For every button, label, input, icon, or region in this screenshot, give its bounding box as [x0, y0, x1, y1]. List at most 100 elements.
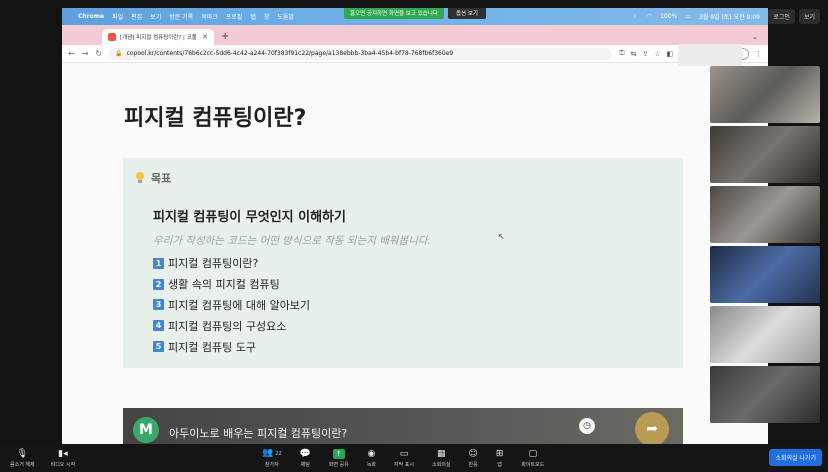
back-icon[interactable]: ← [68, 49, 75, 58]
key-icon[interactable]: ⚿ [619, 49, 624, 58]
record-label: 녹화 [366, 461, 377, 468]
star-icon[interactable]: ☆ [654, 50, 660, 58]
login-button[interactable]: 로그인 [768, 9, 795, 24]
list-item-text: 피지컬 컴퓨팅 도구 [168, 340, 256, 354]
list-item: 1 피지컬 컴퓨팅이란? [153, 253, 310, 274]
start-video-label: 비디오 시작 [50, 461, 76, 468]
mic-muted-icon: 🎙 [16, 448, 29, 459]
participant-video-tile[interactable] [710, 66, 820, 123]
wifi-icon[interactable]: ◠ [647, 13, 652, 20]
participants-icon: 👥 22 [262, 448, 282, 458]
share-screen-button[interactable]: ↑ 화면 공유 [329, 444, 349, 472]
reactions-label: 반응 [468, 461, 478, 468]
extension-icon[interactable]: ◧ [667, 50, 674, 58]
video-embed[interactable]: M 아두이노로 배우는 피지컬 컴퓨팅이란? ◷ ➦ [123, 408, 683, 444]
chevron-down-icon[interactable]: ⌄ [742, 33, 768, 45]
menu-dots-icon[interactable]: ⋮ [755, 50, 762, 58]
callout-heading-label: 목표 [151, 172, 172, 185]
share-arrow-icon[interactable]: ➦ [635, 412, 669, 444]
watch-later-icon[interactable]: ◷ [579, 418, 595, 434]
reload-icon[interactable]: ↻ [95, 49, 102, 58]
view-options-button[interactable]: 옵션 보기 [447, 8, 486, 19]
close-icon[interactable]: ✕ [202, 33, 208, 41]
chat-button[interactable]: 💬 채팅 [300, 444, 311, 472]
browser-tab[interactable]: [개념] 피지컬 컴퓨팅이란? | 코풀 ✕ [102, 29, 214, 45]
apps-button[interactable]: ⊞ 앱 [496, 444, 504, 472]
participant-video-tile[interactable] [710, 126, 820, 183]
share-screen-icon: ↑ [332, 448, 345, 459]
favicon-icon [108, 33, 116, 41]
number-badge-4: 4 [153, 320, 164, 332]
participants-button[interactable]: 👥 22 참가자 [262, 444, 282, 472]
share-banner-message: 홈으면 공지하면 화면을 보고 있습니다 [344, 8, 444, 19]
chat-label: 채팅 [300, 461, 310, 468]
captions-label: 자막 표시 [394, 461, 415, 468]
menu-item[interactable]: 도움말 [277, 12, 294, 21]
share-screen-label: 화면 공유 [328, 461, 349, 468]
view-button[interactable]: 보기 [798, 9, 820, 24]
url-text: copool.kr/contents/76b6c2cc-5dd6-4c42-a2… [126, 50, 454, 57]
menu-item[interactable]: 북마크 [201, 12, 218, 21]
shared-screen: Chrome 파일 편집 보기 방문 기록 북마크 프로필 탭 창 도움말 ☾ … [62, 8, 768, 444]
menubar-app-name[interactable]: Chrome [78, 13, 104, 20]
gallery-header [678, 44, 742, 66]
start-video-button[interactable]: ▮◂ 비디오 시작 [51, 444, 76, 472]
captions-button[interactable]: ▭ 자막 표시 [394, 444, 414, 472]
list-item-text: 생활 속의 피지컬 컴퓨팅 [168, 278, 280, 292]
address-bar[interactable]: 🔒 copool.kr/contents/76b6c2cc-5dd6-4c42-… [109, 47, 613, 60]
menu-item[interactable]: 보기 [150, 12, 161, 21]
cc-icon: ▭ [399, 448, 409, 459]
menu-item[interactable]: 탭 [250, 12, 256, 21]
channel-logo[interactable]: M [133, 417, 159, 443]
callout-subtitle: 우리가 작성하는 코드는 어떤 방식으로 작동 되는지 배워봅니다. [153, 235, 431, 247]
menu-item[interactable]: 창 [264, 12, 270, 21]
toolbar-left-group: 🎙 음소거 해제 ▮◂ 비디오 시작 [10, 444, 75, 472]
moon-icon[interactable]: ☾ [634, 13, 639, 20]
apps-label: 앱 [497, 461, 502, 468]
number-badge-1: 1 [153, 257, 164, 269]
lock-icon[interactable]: 🔒 [115, 50, 122, 57]
unmute-label: 음소거 해제 [10, 461, 35, 468]
record-icon: ◉ [367, 448, 376, 459]
breakout-rooms-button[interactable]: ▦ 소회의실 [432, 444, 450, 472]
zoom-window: 로그인 보기 Chrome 파일 편집 보기 방문 기록 북마크 프로필 탭 창… [0, 0, 828, 472]
video-title[interactable]: 아두이노로 배우는 피지컬 컴퓨팅이란? [169, 425, 347, 441]
leave-breakout-button[interactable]: 소회의실 나가기 [769, 449, 822, 466]
whiteboard-icon: ▢ [528, 448, 538, 459]
menu-item[interactable]: 편집 [131, 12, 142, 21]
menu-item[interactable]: 프로필 [226, 12, 243, 21]
participant-video-tile[interactable] [710, 366, 820, 423]
participant-video-tile[interactable] [710, 186, 820, 243]
clock[interactable]: 3월 9일 (토) 오전 9:09 [699, 12, 760, 21]
apps-icon: ⊞ [495, 448, 504, 459]
list-item-text: 피지컬 컴퓨팅이란? [168, 257, 259, 271]
chat-icon: 💬 [299, 448, 311, 459]
page-title: 피지컬 컴퓨팅이란? [124, 106, 307, 131]
forward-icon[interactable]: → [82, 49, 89, 58]
participant-gallery [710, 66, 820, 423]
menu-item[interactable]: 파일 [112, 12, 123, 21]
reactions-button[interactable]: ☺ 반응 [468, 444, 477, 472]
participant-video-tile[interactable] [710, 246, 820, 303]
share-icon[interactable]: ⇪ [642, 50, 648, 58]
menu-item[interactable]: 방문 기록 [169, 12, 193, 21]
new-tab-icon[interactable]: + [214, 31, 236, 45]
whiteboard-button[interactable]: ▢ 화이트보드 [521, 444, 544, 472]
zoom-top-right: 로그인 보기 [768, 9, 820, 24]
browser-tabstrip: [개념] 피지컬 컴퓨팅이란? | 코풀 ✕ + ⌄ [62, 25, 768, 45]
battery-icon[interactable]: ▭ [685, 13, 691, 20]
record-button[interactable]: ◉ 녹화 [367, 444, 376, 472]
translate-icon[interactable]: ⇆ [631, 50, 637, 58]
whiteboard-label: 화이트보드 [521, 461, 545, 468]
participant-video-tile[interactable] [710, 306, 820, 363]
breakout-label: 소회의실 [432, 461, 451, 468]
callout-heading: 목표 [135, 170, 171, 186]
participants-label: 참가자 [264, 462, 279, 468]
list-item-text: 피지컬 컴퓨팅의 구성요소 [168, 319, 287, 333]
list-item: 4 피지컬 컴퓨팅의 구성요소 [153, 315, 310, 336]
address-row: ← → ↻ 🔒 copool.kr/contents/76b6c2cc-5dd6… [62, 45, 768, 63]
number-badge-3: 3 [153, 299, 164, 311]
lightbulb-icon [135, 172, 145, 184]
unmute-button[interactable]: 🎙 음소거 해제 [10, 444, 35, 472]
mouse-cursor-icon: ↖ [498, 232, 505, 241]
